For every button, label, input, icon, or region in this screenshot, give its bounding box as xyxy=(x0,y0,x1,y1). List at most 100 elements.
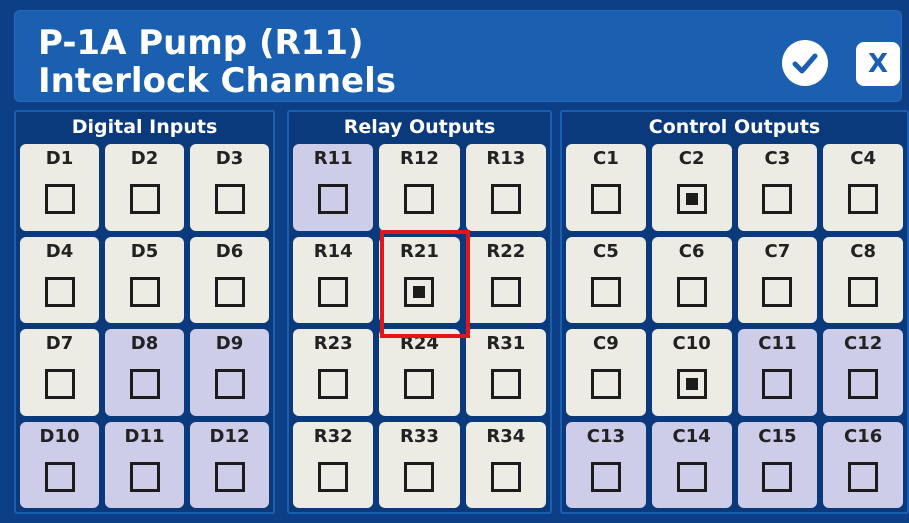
channel-cell-c13[interactable]: C13 xyxy=(566,421,646,508)
channel-cell-r34[interactable]: R34 xyxy=(465,421,546,508)
channel-checkbox-c1[interactable] xyxy=(590,184,621,214)
channel-cell-r24[interactable]: R24 xyxy=(379,329,460,416)
channel-cell-c6[interactable]: C6 xyxy=(651,236,732,323)
channel-checkbox-d7[interactable] xyxy=(44,369,75,399)
channel-cell-d6[interactable]: D6 xyxy=(190,236,269,323)
channel-cell-r22[interactable]: R22 xyxy=(465,236,546,323)
close-button[interactable]: X xyxy=(856,42,900,86)
channel-checkbox-c7[interactable] xyxy=(762,276,793,307)
channel-checkbox-c14[interactable] xyxy=(676,461,707,492)
channel-cell-d5[interactable]: D5 xyxy=(105,236,184,323)
channel-cell-r13[interactable]: R13 xyxy=(465,144,546,231)
channel-cell-c12[interactable]: C12 xyxy=(823,329,903,416)
channel-cell-c1[interactable]: C1 xyxy=(566,144,646,231)
channel-checkbox-r24[interactable] xyxy=(404,369,435,399)
channel-checkbox-d1[interactable] xyxy=(44,184,75,214)
channel-checkbox-c11[interactable] xyxy=(762,369,793,399)
channel-cell-d10[interactable]: D10 xyxy=(20,421,99,508)
channel-label: D1 xyxy=(45,148,74,169)
channel-label: C11 xyxy=(758,333,797,354)
channel-cell-d1[interactable]: D1 xyxy=(20,144,99,231)
channel-checkbox-c16[interactable] xyxy=(848,461,879,492)
channel-cell-d4[interactable]: D4 xyxy=(20,236,99,323)
channel-checkbox-r31[interactable] xyxy=(490,369,521,399)
channel-cell-c10[interactable]: C10 xyxy=(651,329,732,416)
channel-label: D5 xyxy=(130,240,159,262)
channel-checkbox-c6[interactable] xyxy=(676,276,707,307)
channel-checkbox-r12[interactable] xyxy=(404,184,435,214)
channel-checkbox-c10[interactable] xyxy=(676,369,707,399)
channel-checkbox-c2[interactable] xyxy=(676,184,707,214)
channel-checkbox-c4[interactable] xyxy=(848,184,879,214)
channel-cell-d11[interactable]: D11 xyxy=(105,421,184,508)
channel-cell-r11[interactable]: R11 xyxy=(293,144,374,231)
channel-label: D4 xyxy=(45,240,74,262)
channel-cell-r14[interactable]: R14 xyxy=(293,236,374,323)
channel-checkbox-c12[interactable] xyxy=(848,369,879,399)
channel-cell-d8[interactable]: D8 xyxy=(105,329,184,416)
channel-cell-d3[interactable]: D3 xyxy=(190,144,269,231)
channel-checkbox-d6[interactable] xyxy=(214,276,245,307)
channel-checkbox-d8[interactable] xyxy=(129,369,160,399)
channel-checkbox-r22[interactable] xyxy=(490,276,521,307)
channel-label: R21 xyxy=(400,240,439,262)
channel-cell-c11[interactable]: C11 xyxy=(737,329,818,416)
channel-checkbox-r23[interactable] xyxy=(318,369,349,399)
channel-cell-c3[interactable]: C3 xyxy=(737,144,818,231)
control-outputs-panel: Control Outputs C1 C2 C3 C4 C5 C6 C7 C8 C9 C10 C11… xyxy=(560,110,909,514)
channel-cell-c2[interactable]: C2 xyxy=(651,144,732,231)
channel-checkbox-d10[interactable] xyxy=(44,461,75,492)
channel-checkbox-c9[interactable] xyxy=(590,369,621,399)
channel-label: C2 xyxy=(678,148,705,169)
check-icon xyxy=(792,53,818,74)
channel-checkbox-d2[interactable] xyxy=(129,184,160,214)
channel-cell-d2[interactable]: D2 xyxy=(105,144,184,231)
channel-checkbox-c15[interactable] xyxy=(762,461,793,492)
channel-checkbox-d12[interactable] xyxy=(214,461,245,492)
channel-checkbox-r13[interactable] xyxy=(490,184,521,214)
channel-checkbox-c13[interactable] xyxy=(590,461,621,492)
channel-checkbox-d5[interactable] xyxy=(129,276,160,307)
channel-cell-c15[interactable]: C15 xyxy=(737,421,818,508)
channel-cell-r21[interactable]: R21 xyxy=(379,236,460,323)
channel-checkbox-c8[interactable] xyxy=(848,276,879,307)
channel-cell-c4[interactable]: C4 xyxy=(823,144,903,231)
channel-label: R33 xyxy=(400,425,439,447)
channel-label: R12 xyxy=(400,148,439,169)
relay-outputs-panel: Relay Outputs R11 R12 R13 R14 R21 R22 R23 R24 R3… xyxy=(287,110,552,514)
channel-cell-c16[interactable]: C16 xyxy=(823,421,903,508)
channel-checkbox-d9[interactable] xyxy=(214,369,245,399)
confirm-button[interactable] xyxy=(782,40,828,86)
channel-label: C5 xyxy=(593,240,619,262)
channel-checkbox-r32[interactable] xyxy=(318,461,349,492)
channel-cell-d9[interactable]: D9 xyxy=(190,329,269,416)
channel-cell-c5[interactable]: C5 xyxy=(566,236,646,323)
channel-checkbox-r11[interactable] xyxy=(318,184,349,214)
panel-title-digital-inputs: Digital Inputs xyxy=(71,116,218,138)
channel-checkbox-r33[interactable] xyxy=(404,461,435,492)
channel-label: C6 xyxy=(678,240,705,262)
channel-checkbox-d4[interactable] xyxy=(44,276,75,307)
channel-checkbox-r34[interactable] xyxy=(490,461,521,492)
channel-checkbox-d3[interactable] xyxy=(214,184,245,214)
channel-cell-r33[interactable]: R33 xyxy=(379,421,460,508)
channel-label: D6 xyxy=(215,240,244,262)
channel-cell-d12[interactable]: D12 xyxy=(190,421,269,508)
channel-cell-r32[interactable]: R32 xyxy=(293,421,374,508)
checked-mark-icon xyxy=(685,193,698,205)
channel-checkbox-r21[interactable] xyxy=(404,276,435,307)
channel-cell-r23[interactable]: R23 xyxy=(293,329,374,416)
channel-cell-c14[interactable]: C14 xyxy=(651,421,732,508)
control-outputs-grid: C1 C2 C3 C4 C5 C6 C7 C8 C9 C10 C11 C12 C13 C14 C15 C16 xyxy=(566,144,903,508)
channel-checkbox-c5[interactable] xyxy=(590,276,621,307)
channel-label: R31 xyxy=(486,333,526,354)
channel-checkbox-r14[interactable] xyxy=(318,276,349,307)
channel-cell-c9[interactable]: C9 xyxy=(566,329,646,416)
channel-cell-r12[interactable]: R12 xyxy=(379,144,460,231)
channel-cell-r31[interactable]: R31 xyxy=(465,329,546,416)
channel-cell-c7[interactable]: C7 xyxy=(737,236,818,323)
channel-cell-d7[interactable]: D7 xyxy=(20,329,99,416)
channel-checkbox-d11[interactable] xyxy=(129,461,160,492)
channel-cell-c8[interactable]: C8 xyxy=(823,236,903,323)
channel-checkbox-c3[interactable] xyxy=(762,184,793,214)
